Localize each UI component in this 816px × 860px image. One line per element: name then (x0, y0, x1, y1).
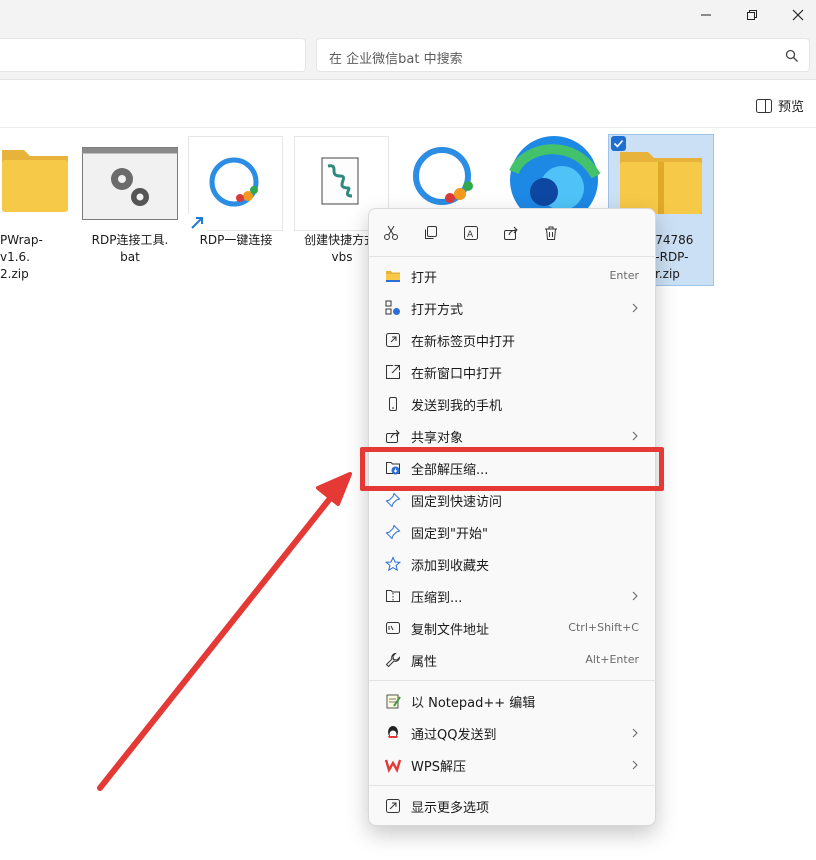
annotation-arrow (97, 472, 352, 791)
